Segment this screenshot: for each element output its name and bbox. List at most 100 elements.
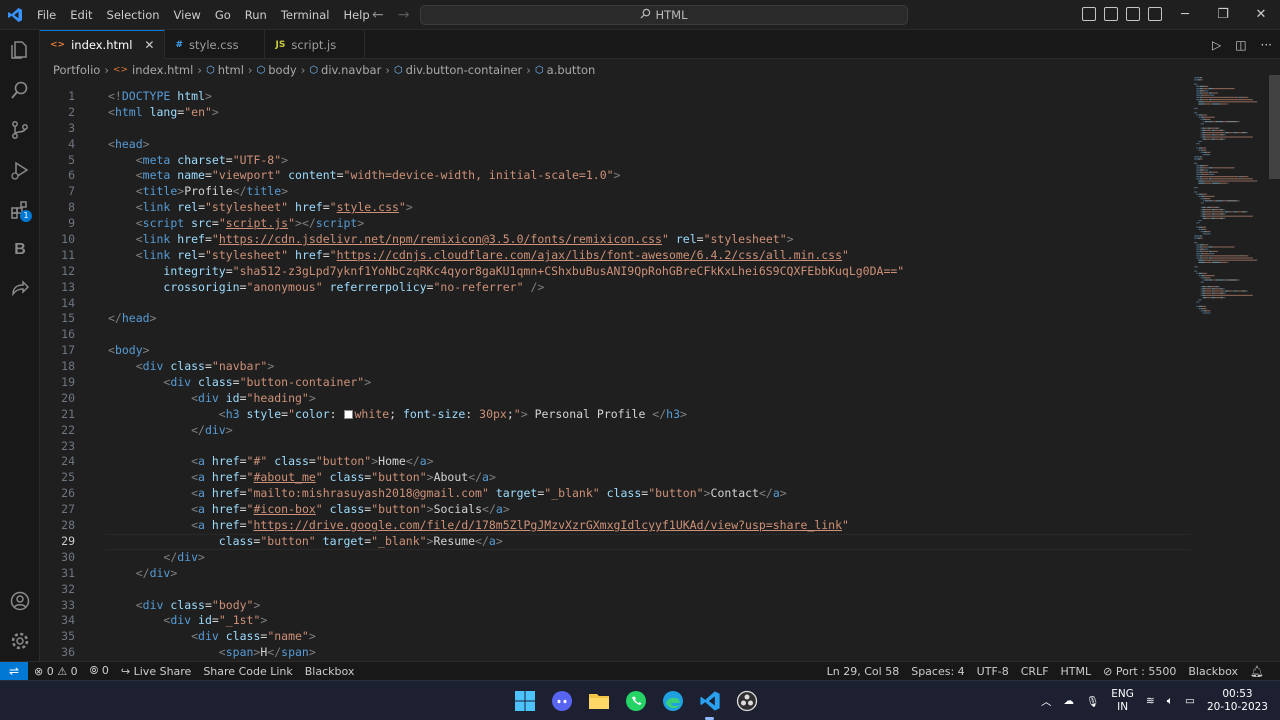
- discord-icon[interactable]: [549, 689, 574, 714]
- code-line[interactable]: 30 </div>: [40, 550, 1190, 566]
- breadcrumb-html[interactable]: html: [218, 63, 244, 77]
- code-line[interactable]: 10 <link href="https://cdn.jsdelivr.net/…: [40, 232, 1190, 248]
- menu-go[interactable]: Go: [208, 0, 238, 30]
- forward-arrow-icon[interactable]: →: [398, 0, 410, 30]
- code-line[interactable]: 4 <head>: [40, 137, 1190, 153]
- windows-start-icon[interactable]: [512, 689, 537, 714]
- color-swatch[interactable]: [343, 409, 353, 419]
- code-line[interactable]: 13 crossorigin="anonymous" referrerpolic…: [40, 280, 1190, 296]
- code-line[interactable]: 9 <script src="script.js"></script>: [40, 216, 1190, 232]
- code-line[interactable]: 7 <title>Profile</title>: [40, 184, 1190, 200]
- wifi-icon[interactable]: ≋: [1146, 695, 1155, 707]
- settings-gear-icon[interactable]: [0, 621, 40, 661]
- toggle-panel-icon[interactable]: [1104, 7, 1118, 21]
- code-line[interactable]: 28 <a href="https://drive.google.com/fil…: [40, 518, 1190, 534]
- cursor-position[interactable]: Ln 29, Col 58: [821, 665, 906, 678]
- run-file-icon[interactable]: ▷: [1212, 38, 1221, 52]
- remote-indicator-icon[interactable]: ⇌: [0, 661, 28, 681]
- whatsapp-icon[interactable]: [623, 689, 648, 714]
- code-line[interactable]: 29 class="button" target="_blank">Resume…: [40, 533, 1190, 550]
- accounts-icon[interactable]: [0, 581, 40, 621]
- code-line[interactable]: 19 <div class="button-container">: [40, 375, 1190, 391]
- problems-indicator[interactable]: ⊗ 0 ⚠ 0: [28, 665, 84, 678]
- explorer-icon[interactable]: [0, 30, 40, 70]
- code-line[interactable]: 23: [40, 439, 1190, 455]
- microphone-icon[interactable]: 🎙︎: [1086, 695, 1099, 708]
- code-line[interactable]: 1 <!DOCTYPE html>: [40, 89, 1190, 105]
- tab-script-js[interactable]: JS script.js: [265, 30, 366, 59]
- code-editor[interactable]: 1 <!DOCTYPE html> 2 <html lang="en"> 3 4 <head…: [40, 89, 1190, 661]
- breadcrumb-folder[interactable]: Portfolio: [53, 63, 100, 77]
- end-of-line[interactable]: CRLF: [1015, 665, 1055, 678]
- vertical-scrollbar[interactable]: [1269, 75, 1280, 661]
- code-line[interactable]: 2 <html lang="en">: [40, 105, 1190, 121]
- code-line[interactable]: 32: [40, 582, 1190, 598]
- indentation[interactable]: Spaces: 4: [905, 665, 970, 678]
- chevron-up-icon[interactable]: ︿: [1041, 694, 1052, 709]
- share-code-link-button[interactable]: Share Code Link: [197, 665, 298, 678]
- breadcrumb-navbar[interactable]: div.navbar: [321, 63, 381, 77]
- code-line[interactable]: 25 <a href="#about_me" class="button">Ab…: [40, 470, 1190, 486]
- code-line[interactable]: 26 <a href="mailto:mishrasuyash2018@gmai…: [40, 486, 1190, 502]
- code-line[interactable]: 35 <div class="name">: [40, 629, 1190, 645]
- volume-icon[interactable]: 🔈︎: [1167, 695, 1173, 708]
- code-line[interactable]: 31 </div>: [40, 566, 1190, 582]
- encoding[interactable]: UTF-8: [971, 665, 1015, 678]
- vscode-taskbar-icon[interactable]: [697, 689, 722, 720]
- code-line[interactable]: 22 </div>: [40, 423, 1190, 439]
- breadcrumb-file[interactable]: index.html: [132, 63, 193, 77]
- live-server-port[interactable]: ⊘ Port : 5500: [1097, 665, 1182, 678]
- minimize-icon[interactable]: ─: [1166, 0, 1204, 30]
- notifications-bell-icon[interactable]: 🔔︎: [1244, 665, 1270, 678]
- customize-layout-icon[interactable]: [1148, 7, 1162, 21]
- code-line[interactable]: 15 </head>: [40, 311, 1190, 327]
- breadcrumb-body[interactable]: body: [268, 63, 296, 77]
- code-line[interactable]: 36 <span>H</span>: [40, 645, 1190, 661]
- code-line[interactable]: 6 <meta name="viewport" content="width=d…: [40, 168, 1190, 184]
- code-line[interactable]: 11 <link rel="stylesheet" href="https://…: [40, 248, 1190, 264]
- code-line[interactable]: 18 <div class="navbar">: [40, 359, 1190, 375]
- code-line[interactable]: 8 <link rel="stylesheet" href="style.css…: [40, 200, 1190, 216]
- close-tab-icon[interactable]: ✕: [144, 38, 154, 52]
- toggle-primary-sidebar-icon[interactable]: [1082, 7, 1096, 21]
- obs-icon[interactable]: [734, 689, 759, 714]
- breadcrumb-button-container[interactable]: div.button-container: [406, 63, 523, 77]
- language-indicator[interactable]: ENG IN: [1111, 688, 1134, 714]
- more-actions-icon[interactable]: ···: [1261, 38, 1272, 52]
- code-line[interactable]: 27 <a href="#icon-box" class="button">So…: [40, 502, 1190, 518]
- menu-view[interactable]: View: [167, 0, 208, 30]
- tab-index-html[interactable]: <> index.html ✕: [40, 30, 166, 59]
- scrollbar-thumb[interactable]: [1269, 75, 1280, 179]
- battery-icon[interactable]: ▭: [1185, 695, 1195, 707]
- menu-help[interactable]: Help: [336, 0, 376, 30]
- search-view-icon[interactable]: [0, 70, 40, 110]
- minimap[interactable]: [1190, 75, 1270, 661]
- tab-style-css[interactable]: # style.css: [165, 30, 266, 59]
- edge-browser-icon[interactable]: [660, 689, 685, 714]
- menu-selection[interactable]: Selection: [100, 0, 167, 30]
- maximize-icon[interactable]: ❐: [1204, 0, 1242, 30]
- clock[interactable]: 00:53 20-10-2023: [1207, 688, 1268, 714]
- extensions-icon[interactable]: 1: [0, 190, 40, 230]
- code-line[interactable]: 20 <div id="heading">: [40, 391, 1190, 407]
- code-line[interactable]: 17 <body>: [40, 343, 1190, 359]
- live-share-icon[interactable]: [0, 270, 40, 310]
- code-line[interactable]: 12 integrity="sha512-z3gLpd7yknf1YoNbCzq…: [40, 264, 1190, 280]
- code-line[interactable]: 24 <a href="#" class="button">Home</a>: [40, 454, 1190, 470]
- source-control-icon[interactable]: [0, 110, 40, 150]
- file-explorer-icon[interactable]: [586, 689, 611, 714]
- code-line[interactable]: 3: [40, 121, 1190, 137]
- blackbox-right-button[interactable]: Blackbox: [1182, 665, 1244, 678]
- code-line[interactable]: 33 <div class="body">: [40, 598, 1190, 614]
- menu-edit[interactable]: Edit: [63, 0, 99, 30]
- code-line[interactable]: 34 <div id="_1st">: [40, 613, 1190, 629]
- code-line[interactable]: 5 <meta charset="UTF-8">: [40, 153, 1190, 169]
- command-center-search[interactable]: HTML: [420, 5, 908, 25]
- ports-indicator[interactable]: ⦾ 0: [84, 664, 115, 678]
- live-share-button[interactable]: ↪ Live Share: [115, 665, 197, 678]
- menu-file[interactable]: File: [30, 0, 63, 30]
- breadcrumb-a-button[interactable]: a.button: [547, 63, 596, 77]
- menu-run[interactable]: Run: [238, 0, 274, 30]
- split-editor-icon[interactable]: ◫: [1235, 38, 1246, 52]
- code-line[interactable]: 21 <h3 style="color: white; font-size: 3…: [40, 407, 1190, 423]
